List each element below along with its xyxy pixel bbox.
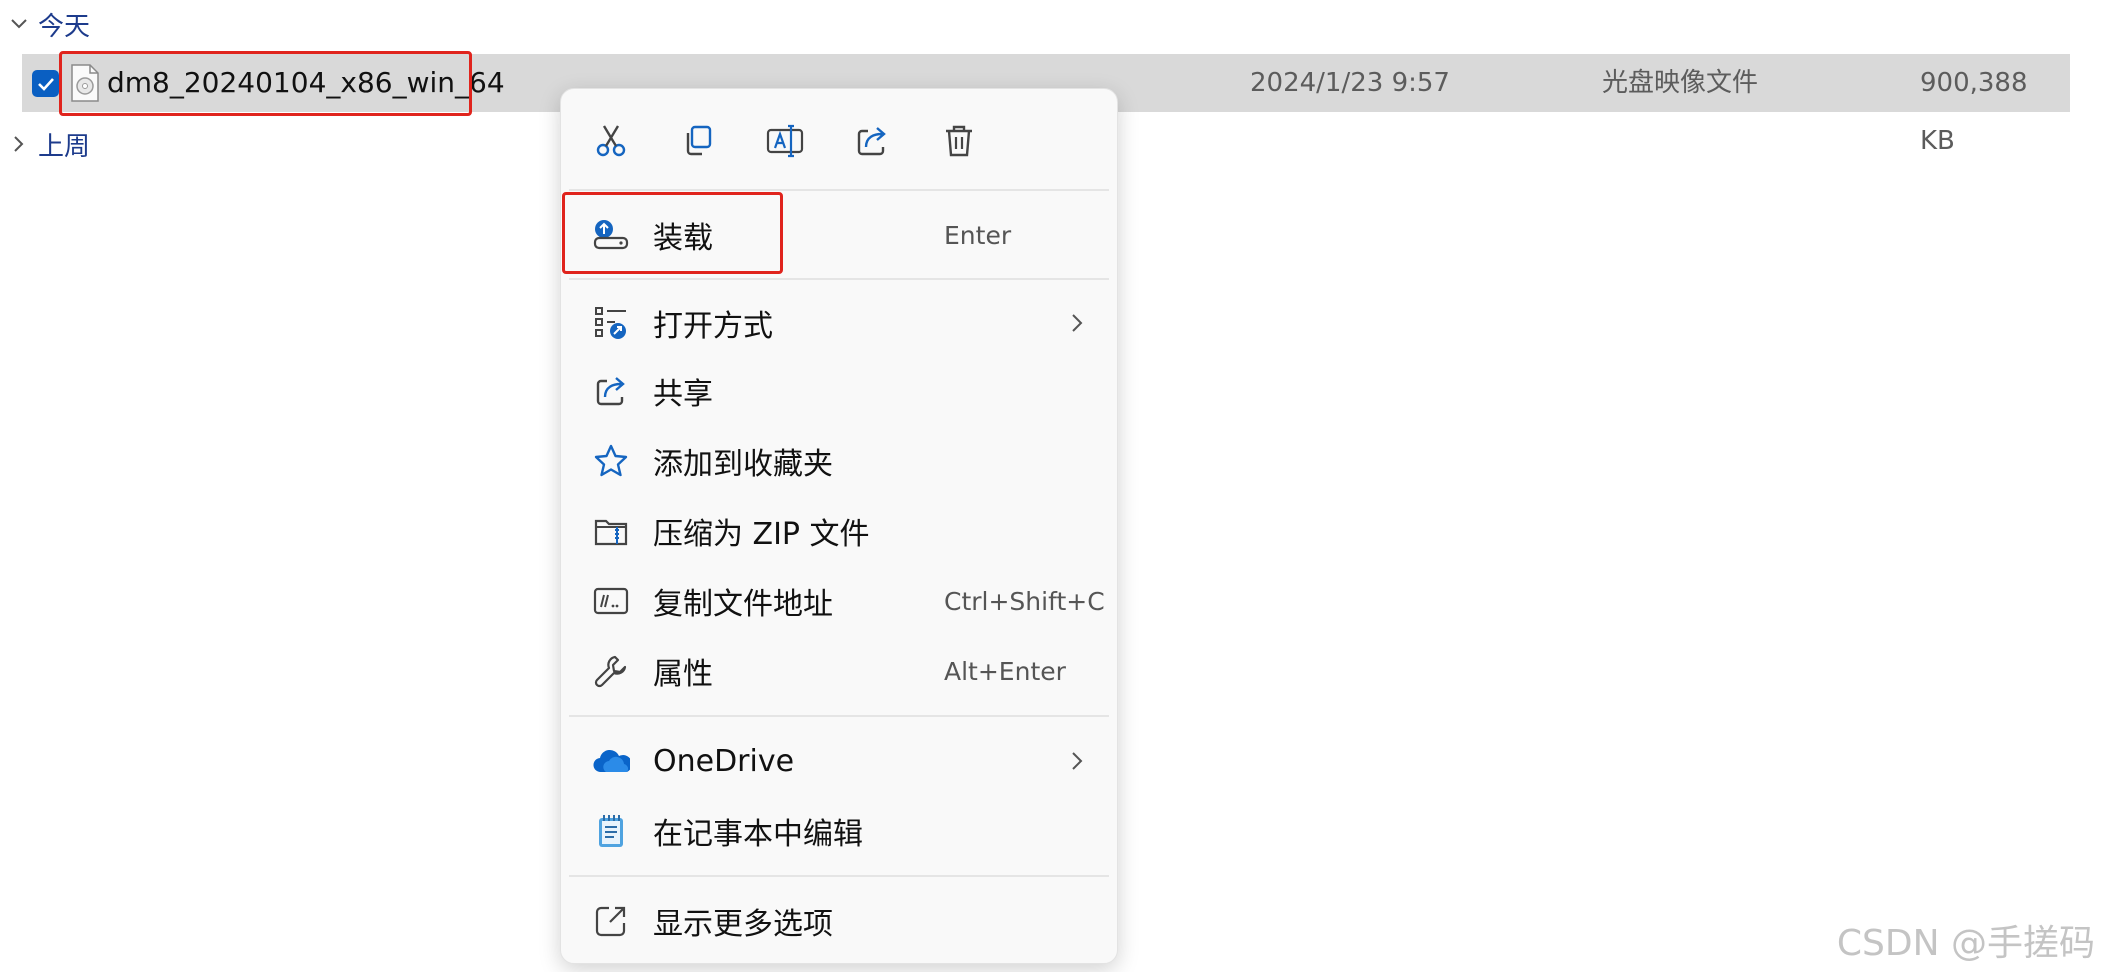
cut-button[interactable] bbox=[585, 115, 637, 167]
copy-icon bbox=[686, 125, 712, 156]
menu-item-compress-zip[interactable]: 压缩为 ZIP 文件 bbox=[561, 499, 1117, 563]
more-options-icon bbox=[591, 901, 631, 941]
menu-separator bbox=[569, 278, 1109, 280]
group-label-today: 今天 bbox=[38, 11, 91, 42]
menu-item-add-favorites[interactable]: 添加到收藏夹 bbox=[561, 429, 1117, 493]
menu-item-shortcut: Ctrl+Shift+C bbox=[944, 586, 1105, 616]
menu-item-label: 添加到收藏夹 bbox=[653, 447, 833, 482]
menu-item-show-more-options[interactable]: 显示更多选项 bbox=[561, 889, 1117, 953]
menu-separator bbox=[569, 875, 1109, 877]
share-icon bbox=[591, 371, 631, 411]
menu-item-label: 压缩为 ZIP 文件 bbox=[653, 517, 870, 552]
group-header-today[interactable]: 今天 bbox=[8, 4, 90, 44]
watermark: CSDN @手搓码 bbox=[1836, 923, 2095, 964]
checkmark-icon bbox=[37, 77, 54, 91]
file-size: 900,388 KB bbox=[1920, 68, 2028, 156]
share-icon bbox=[857, 127, 886, 156]
wrench-icon bbox=[591, 651, 631, 691]
star-icon bbox=[591, 441, 631, 481]
menu-item-shortcut: Enter bbox=[944, 220, 1012, 250]
menu-item-label: 复制文件地址 bbox=[653, 587, 833, 622]
menu-item-label: 打开方式 bbox=[653, 309, 773, 344]
menu-item-share[interactable]: 共享 bbox=[561, 359, 1117, 423]
menu-item-copy-path[interactable]: 复制文件地址 Ctrl+Shift+C bbox=[561, 569, 1117, 633]
onedrive-icon bbox=[591, 741, 631, 781]
highlight-box-mount bbox=[562, 192, 783, 274]
copy-path-icon bbox=[591, 581, 631, 621]
copy-button[interactable] bbox=[672, 115, 724, 167]
menu-item-edit-notepad[interactable]: 在记事本中编辑 bbox=[561, 799, 1117, 863]
menu-item-shortcut: Alt+Enter bbox=[944, 656, 1066, 686]
chevron-down-icon bbox=[8, 13, 30, 35]
zip-icon bbox=[591, 511, 631, 551]
menu-item-label: 在记事本中编辑 bbox=[653, 817, 863, 852]
chevron-right-icon bbox=[1067, 309, 1087, 337]
menu-separator bbox=[569, 189, 1109, 191]
file-date: 2024/1/23 9:57 bbox=[1250, 68, 1450, 98]
menu-separator bbox=[569, 715, 1109, 717]
rename-button[interactable] bbox=[759, 115, 811, 167]
chevron-right-icon bbox=[1067, 747, 1087, 775]
menu-item-label: 属性 bbox=[653, 657, 713, 692]
menu-item-label: 共享 bbox=[653, 377, 713, 412]
cut-icon bbox=[596, 125, 626, 157]
open-with-icon bbox=[591, 303, 631, 343]
notepad-icon bbox=[591, 811, 631, 851]
row-checkbox[interactable] bbox=[32, 70, 59, 97]
menu-item-open-with[interactable]: 打开方式 bbox=[561, 291, 1117, 355]
highlight-box-filename bbox=[59, 51, 472, 116]
menu-item-label: OneDrive bbox=[653, 743, 795, 779]
group-label-last-week: 上周 bbox=[38, 131, 91, 162]
share-button[interactable] bbox=[846, 115, 898, 167]
delete-button[interactable] bbox=[933, 115, 985, 167]
menu-item-label: 显示更多选项 bbox=[653, 907, 833, 942]
rename-icon bbox=[766, 124, 804, 158]
delete-icon bbox=[946, 125, 972, 157]
chevron-right-icon bbox=[8, 133, 30, 155]
menu-item-onedrive[interactable]: OneDrive bbox=[561, 729, 1117, 793]
group-header-last-week[interactable]: 上周 bbox=[8, 124, 90, 164]
file-type: 光盘映像文件 bbox=[1602, 68, 1759, 98]
quick-action-bar bbox=[561, 89, 1117, 189]
menu-item-properties[interactable]: 属性 Alt+Enter bbox=[561, 639, 1117, 703]
